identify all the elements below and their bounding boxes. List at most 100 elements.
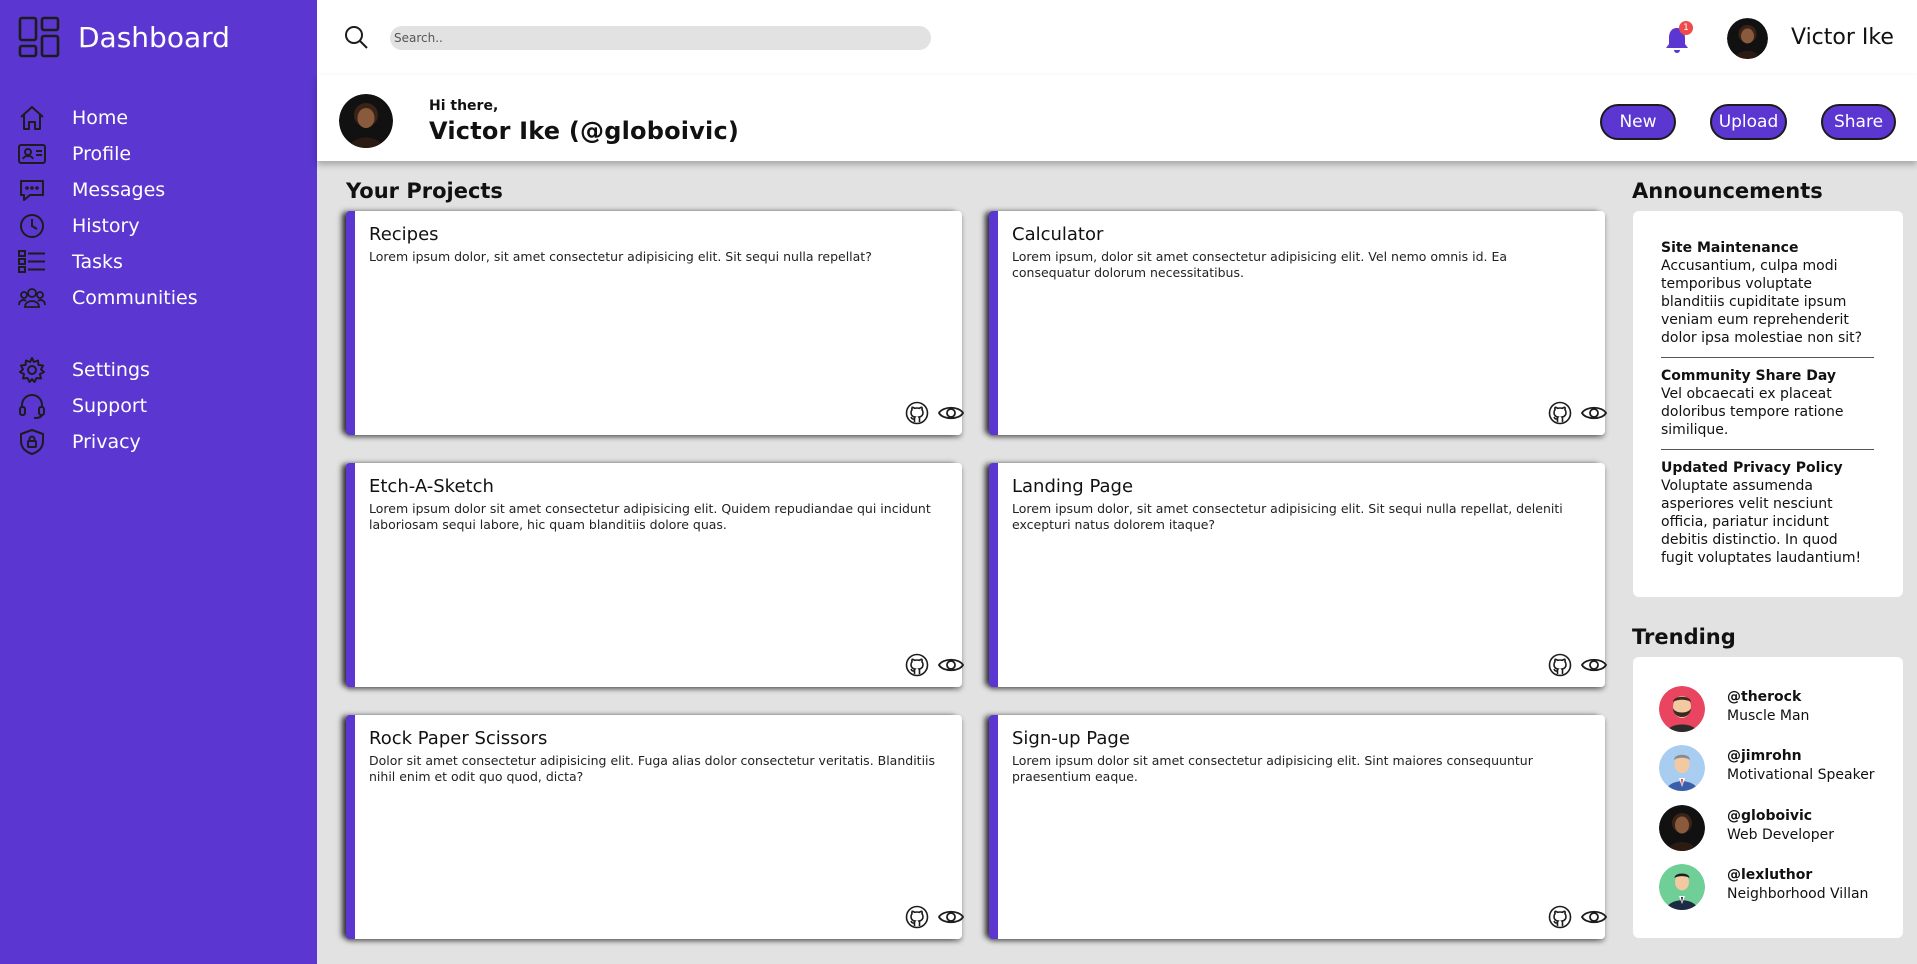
announcement-item[interactable]: Updated Privacy Policy Voluptate assumen… bbox=[1661, 460, 1874, 567]
sidebar-item-tasks[interactable]: Tasks bbox=[18, 244, 308, 280]
project-title: Sign-up Page bbox=[1012, 728, 1130, 749]
trending-handle: @globoivic bbox=[1727, 808, 1813, 824]
announcements-title: Announcements bbox=[1632, 179, 1823, 203]
eye-icon[interactable] bbox=[1581, 403, 1607, 423]
gear-icon bbox=[19, 357, 45, 383]
project-title: Calculator bbox=[1012, 224, 1104, 245]
clock-icon bbox=[20, 214, 44, 238]
avatar bbox=[1659, 745, 1705, 791]
avatar bbox=[1659, 686, 1705, 732]
projects-title: Your Projects bbox=[346, 179, 503, 203]
eye-icon[interactable] bbox=[938, 403, 964, 423]
dashboard-grid-icon bbox=[18, 16, 60, 58]
sidebar-item-label: Messages bbox=[72, 179, 166, 201]
home-icon bbox=[20, 106, 44, 130]
sidebar-item-label: Tasks bbox=[72, 251, 123, 273]
project-title: Etch-A-Sketch bbox=[369, 476, 494, 497]
greeting: Hi there, bbox=[429, 98, 499, 114]
project-card[interactable]: Landing Page Lorem ipsum dolor, sit amet… bbox=[989, 463, 1607, 687]
github-icon[interactable] bbox=[1548, 653, 1572, 677]
shield-lock-icon bbox=[20, 429, 44, 455]
share-button[interactable]: Share bbox=[1821, 104, 1896, 140]
trending-title: Trending bbox=[1632, 625, 1736, 649]
brand-title: Dashboard bbox=[78, 20, 230, 54]
upload-button[interactable]: Upload bbox=[1710, 104, 1787, 140]
announcement-title: Updated Privacy Policy bbox=[1661, 460, 1843, 476]
topbar-username[interactable]: Victor Ike bbox=[1791, 25, 1894, 50]
trending-item[interactable]: @lexluthor Neighborhood Villan bbox=[1659, 864, 1899, 910]
businessman-avatar-icon bbox=[1659, 745, 1705, 791]
project-description: Dolor sit amet consectetur adipisicing e… bbox=[369, 753, 936, 784]
announcement-item[interactable]: Site Maintenance Accusantium, culpa modi… bbox=[1661, 240, 1874, 347]
trending-handle: @jimrohn bbox=[1727, 748, 1802, 764]
announcements-panel: Site Maintenance Accusantium, culpa modi… bbox=[1633, 211, 1903, 597]
sidebar-item-label: Home bbox=[72, 107, 129, 129]
brand[interactable]: Dashboard bbox=[18, 16, 230, 58]
project-title: Rock Paper Scissors bbox=[369, 728, 548, 749]
project-card[interactable]: Rock Paper Scissors Dolor sit amet conse… bbox=[346, 715, 964, 939]
project-description: Lorem ipsum dolor sit amet consectetur a… bbox=[369, 501, 931, 532]
avatar bbox=[339, 94, 393, 148]
sidebar-item-history[interactable]: History bbox=[18, 208, 308, 244]
sidebar-item-label: Profile bbox=[72, 143, 132, 165]
project-description: Lorem ipsum dolor, sit amet consectetur … bbox=[1012, 501, 1563, 532]
github-icon[interactable] bbox=[905, 905, 929, 929]
project-card[interactable]: Sign-up Page Lorem ipsum dolor sit amet … bbox=[989, 715, 1607, 939]
divider bbox=[1661, 449, 1874, 450]
sidebar-item-messages[interactable]: Messages bbox=[18, 172, 308, 208]
page-title: Victor Ike (@globoivic) bbox=[429, 117, 740, 145]
project-title: Recipes bbox=[369, 224, 439, 245]
user-avatar-icon bbox=[339, 94, 393, 148]
announcement-item[interactable]: Community Share Day Vel obcaecati ex pla… bbox=[1661, 368, 1874, 439]
headset-icon bbox=[19, 394, 45, 419]
avatar bbox=[1659, 805, 1705, 851]
sidebar-item-communities[interactable]: Communities bbox=[18, 280, 308, 316]
trending-item[interactable]: @jimrohn Motivational Speaker bbox=[1659, 745, 1899, 791]
trending-item[interactable]: @globoivic Web Developer bbox=[1659, 805, 1899, 851]
sidebar-item-settings[interactable]: Settings bbox=[18, 352, 308, 388]
project-description: Lorem ipsum dolor, sit amet consectetur … bbox=[369, 249, 872, 264]
eye-icon[interactable] bbox=[938, 655, 964, 675]
sidebar: Dashboard Home Profile Messages History … bbox=[0, 0, 317, 964]
search-input[interactable] bbox=[390, 26, 931, 50]
github-icon[interactable] bbox=[1548, 905, 1572, 929]
eye-icon[interactable] bbox=[1581, 907, 1607, 927]
avatar[interactable] bbox=[1727, 18, 1768, 59]
trending-item[interactable]: @therock Muscle Man bbox=[1659, 686, 1899, 732]
trending-role: Muscle Man bbox=[1727, 708, 1810, 724]
project-card[interactable]: Calculator Lorem ipsum, dolor sit amet c… bbox=[989, 211, 1607, 435]
github-icon[interactable] bbox=[905, 401, 929, 425]
announcement-title: Site Maintenance bbox=[1661, 240, 1799, 256]
github-icon[interactable] bbox=[905, 653, 929, 677]
eye-icon[interactable] bbox=[1581, 655, 1607, 675]
people-icon bbox=[18, 288, 46, 308]
trending-role: Neighborhood Villan bbox=[1727, 886, 1869, 902]
search-icon[interactable] bbox=[344, 25, 369, 50]
chat-icon bbox=[20, 180, 44, 201]
sidebar-item-support[interactable]: Support bbox=[18, 388, 308, 424]
sidebar-item-home[interactable]: Home bbox=[18, 100, 308, 136]
project-card[interactable]: Etch-A-Sketch Lorem ipsum dolor sit amet… bbox=[346, 463, 964, 687]
suited-man-avatar-icon bbox=[1659, 864, 1705, 910]
trending-handle: @therock bbox=[1727, 689, 1802, 705]
sidebar-item-privacy[interactable]: Privacy bbox=[18, 424, 308, 460]
project-description: Lorem ipsum, dolor sit amet consectetur … bbox=[1012, 249, 1508, 280]
project-card[interactable]: Recipes Lorem ipsum dolor, sit amet cons… bbox=[346, 211, 964, 435]
sidebar-item-profile[interactable]: Profile bbox=[18, 136, 308, 172]
github-icon[interactable] bbox=[1548, 401, 1572, 425]
announcement-body: Accusantium, culpa modi temporibus volup… bbox=[1661, 258, 1863, 346]
new-button[interactable]: New bbox=[1600, 104, 1676, 140]
sidebar-item-label: Settings bbox=[72, 359, 150, 381]
announcement-title: Community Share Day bbox=[1661, 368, 1837, 384]
sidebar-item-label: History bbox=[72, 215, 140, 237]
sidebar-item-label: Support bbox=[72, 395, 148, 417]
bearded-man-avatar-icon bbox=[1659, 686, 1705, 732]
sidebar-nav: Home Profile Messages History Tasks Comm… bbox=[18, 100, 308, 460]
avatar bbox=[1659, 864, 1705, 910]
trending-handle: @lexluthor bbox=[1727, 867, 1813, 883]
profile-header: Hi there, Victor Ike (@globoivic) New Up… bbox=[317, 75, 1917, 161]
eye-icon[interactable] bbox=[938, 907, 964, 927]
trending-role: Web Developer bbox=[1727, 827, 1834, 843]
task-list-icon bbox=[18, 250, 45, 273]
